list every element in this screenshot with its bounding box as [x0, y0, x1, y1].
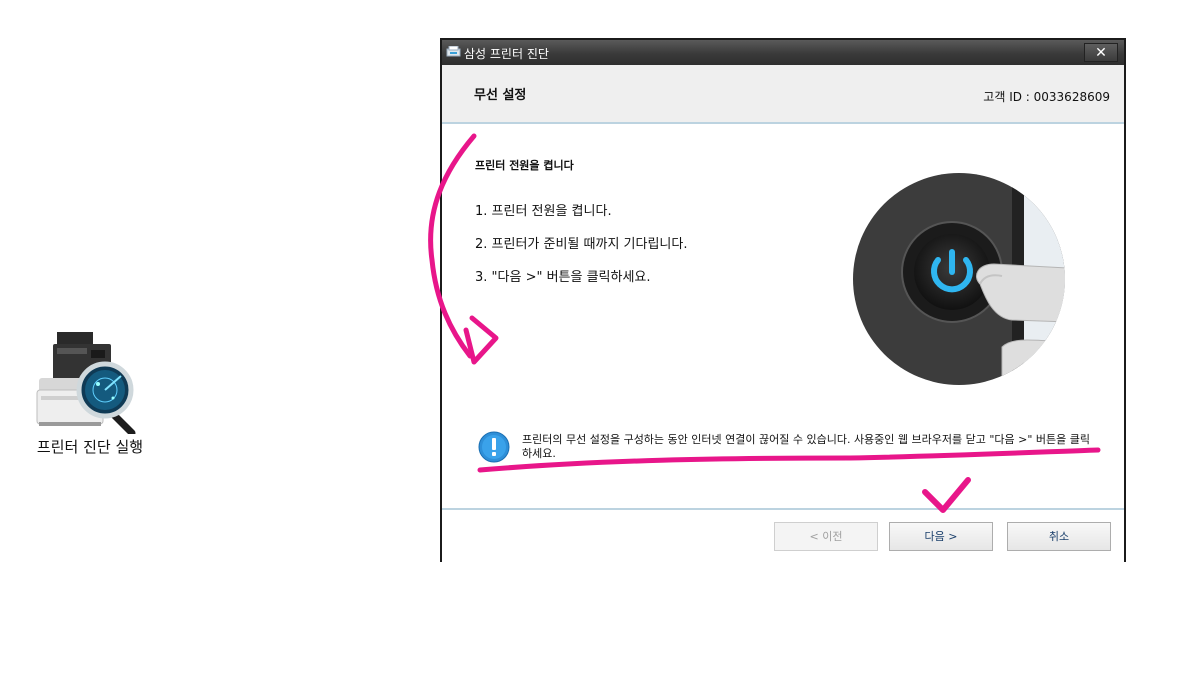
warning-note: 프린터의 무선 설정을 구성하는 동안 인터넷 연결이 끊어질 수 있습니다. …: [478, 431, 1098, 471]
prev-button[interactable]: < 이전: [774, 522, 878, 551]
shortcut-label: 프린터 진단 실행: [36, 438, 144, 456]
wizard-header: 무선 설정 고객 ID : 0033628609: [442, 65, 1124, 124]
title-bar[interactable]: 삼성 프린터 진단 ✕: [442, 40, 1124, 65]
window-title: 삼성 프린터 진단: [464, 47, 549, 61]
instruction-step: 1. 프린터 전원을 켭니다.: [475, 204, 612, 219]
next-button[interactable]: 다음 >: [889, 522, 993, 551]
note-text: 프린터의 무선 설정을 구성하는 동안 인터넷 연결이 끊어질 수 있습니다. …: [522, 433, 1091, 460]
customer-id: 고객 ID : 0033628609: [983, 90, 1110, 104]
close-button[interactable]: ✕: [1084, 43, 1118, 62]
app-printer-icon: [446, 46, 461, 57]
instruction-step: 2. 프린터가 준비될 때까지 기다립니다.: [475, 237, 688, 252]
close-icon: ✕: [1095, 45, 1107, 61]
printer-diagnostics-shortcut[interactable]: 프린터 진단 실행: [20, 322, 160, 462]
power-button-illustration: [853, 173, 1065, 385]
instruction-step: 3. "다음 >" 버튼을 클릭하세요.: [475, 270, 651, 285]
instruction-list: 1. 프린터 전원을 켭니다. 2. 프린터가 준비될 때까지 기다립니다. 3…: [475, 204, 687, 303]
info-icon: [478, 431, 510, 463]
cancel-button[interactable]: 취소: [1007, 522, 1111, 551]
page-title: 무선 설정: [474, 88, 527, 103]
wizard-content: 프린터 전원을 켭니다 1. 프린터 전원을 켭니다. 2. 프린터가 준비될 …: [442, 124, 1124, 508]
wizard-footer: < 이전 다음 > 취소: [442, 508, 1124, 564]
diagnostics-window: 삼성 프린터 진단 ✕ 무선 설정 고객 ID : 0033628609 프린터…: [440, 38, 1126, 564]
step-heading: 프린터 전원을 켭니다: [475, 159, 574, 172]
printer-magnifier-icon: [36, 332, 136, 434]
